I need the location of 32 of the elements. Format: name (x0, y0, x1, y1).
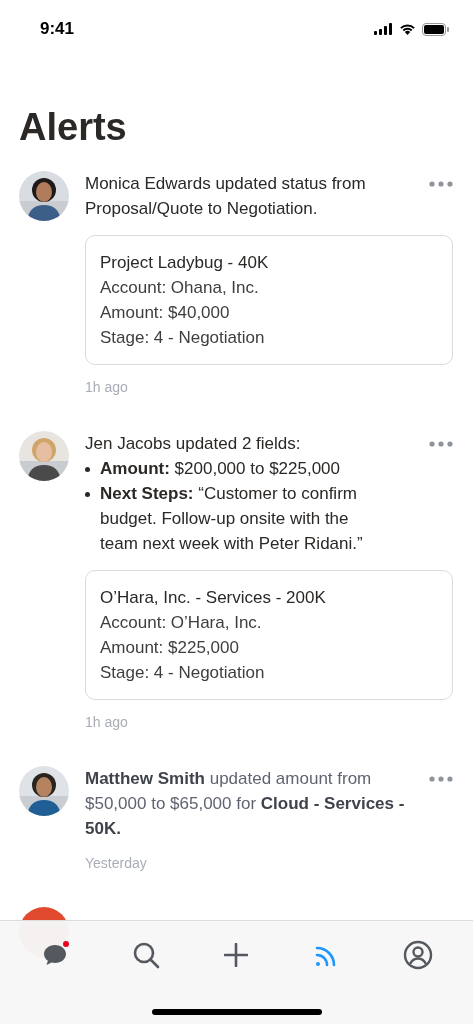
battery-icon (422, 22, 449, 36)
record-field: Account: O’Hara, Inc. (100, 610, 438, 635)
record-card[interactable]: Project Ladybug - 40K Account: Ohana, Inc. Amount: $40,000 Stage: 4 - Negotiation (85, 235, 453, 365)
record-card[interactable]: O’Hara, Inc. - Services - 200K Account: O’Hara, Inc. Amount: $225,000 Stage: 4 - Negotiation (85, 570, 453, 700)
more-icon[interactable] (429, 776, 453, 782)
alert-time: Yesterday (85, 855, 148, 871)
notification-dot (63, 941, 70, 947)
wifi-icon (399, 23, 416, 35)
more-icon[interactable] (429, 441, 453, 447)
bullet-icon (85, 467, 90, 472)
page-title: Alerts (19, 106, 128, 149)
status-time: 9:41 (40, 19, 75, 39)
record-field: Stage: 4 - Negotiation (100, 325, 438, 350)
alert-time: 1h ago (85, 379, 129, 395)
record-field: Amount: $40,000 (100, 300, 438, 325)
alert-message: Monica Edwards updated status from Proposal/Quote to Negotiation. (85, 173, 367, 220)
alert-message: Jen Jacobs updated 2 fields: (85, 433, 302, 455)
signal-icon (374, 23, 393, 35)
record-field: Stage: 4 - Negotiation (100, 660, 438, 685)
changed-field: Next Steps: “Customer to confirm budget. Follow-up onsite with the team next week with Peter Ridani.” (100, 481, 389, 556)
record-title: Project Ladybug - 40K (100, 252, 270, 274)
record-title: O’Hara, Inc. - Services - 200K (100, 587, 327, 609)
alert-time: 1h ago (85, 714, 129, 730)
changed-field: Amount: $200,000 to $225,000 (100, 456, 341, 481)
alert-message: Matthew Smith updated amount from $50,000 to $65,000 for Cloud - Services - 50K. (85, 768, 406, 840)
bullet-icon (85, 492, 90, 497)
record-field: Account: Ohana, Inc. (100, 275, 438, 300)
search-icon (131, 941, 160, 969)
plus-icon (224, 943, 249, 967)
profile-icon (402, 940, 433, 970)
more-icon[interactable] (429, 181, 453, 187)
record-field: Amount: $225,000 (100, 635, 438, 660)
